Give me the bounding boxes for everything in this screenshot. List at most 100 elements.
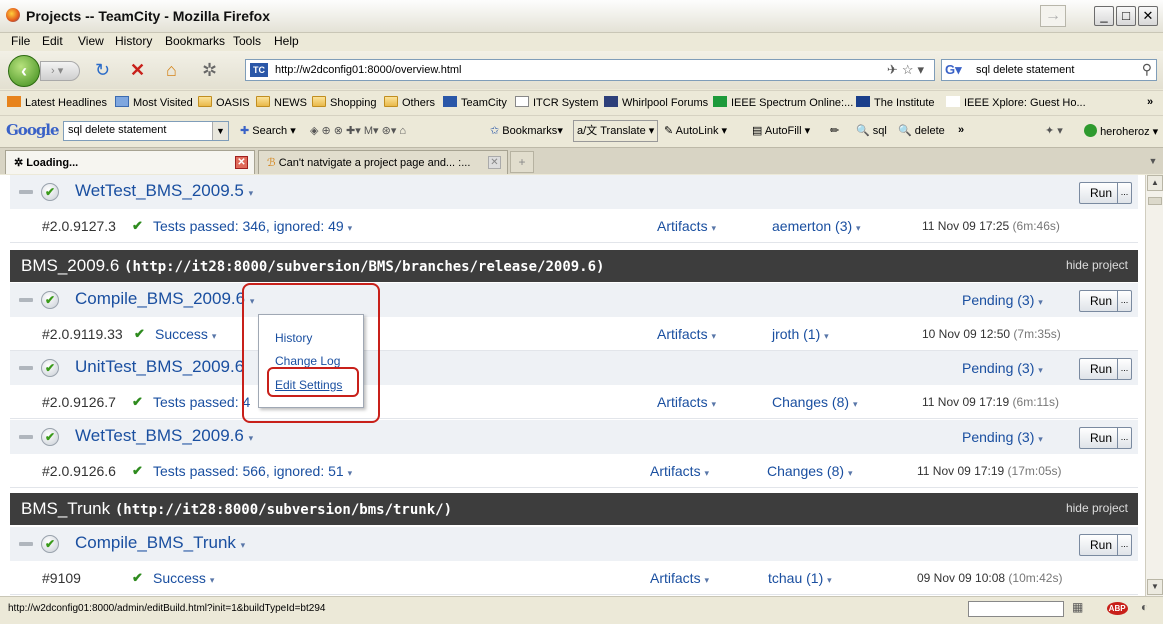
addon-icon[interactable]: ✲ (202, 61, 217, 79)
chevron-down-icon[interactable]: ▾ (348, 468, 353, 478)
stop-icon[interactable]: ✕ (130, 61, 145, 79)
run-options-button[interactable]: ... (1117, 358, 1131, 380)
adblock-icon[interactable]: ABP (1106, 602, 1128, 615)
project-name[interactable]: BMS_2009.6 (http://it28:8000/subversion/… (21, 256, 604, 276)
google-term-delete[interactable]: 🔍 delete (898, 124, 945, 137)
changes-link[interactable]: Changes (8) ▾ (772, 394, 857, 410)
chevron-down-icon[interactable]: ▾ (824, 331, 829, 341)
url-bar[interactable]: TC http://w2dconfig01:8000/overview.html… (245, 59, 935, 81)
menu-view[interactable]: View (78, 34, 104, 48)
menu-history[interactable]: History (115, 34, 152, 48)
run-button[interactable]: Run... (1079, 182, 1132, 204)
bookmark-news[interactable]: NEWS (256, 96, 307, 109)
google-search-button[interactable]: ✚ Search ▾ (240, 124, 296, 137)
changes-link[interactable]: jroth (1) ▾ (772, 326, 829, 342)
bookmark-whirlpool-forums[interactable]: Whirlpool Forums (604, 96, 708, 109)
status-icons[interactable]: ▦ ABP ◐ (1072, 600, 1158, 615)
changes-link[interactable]: tchau (1) ▾ (768, 570, 832, 586)
chevron-down-icon[interactable]: ▾ (827, 575, 832, 585)
tab-jira-issue[interactable]: ℬ Can't natvigate a project page and... … (258, 150, 508, 174)
chevron-down-icon[interactable]: ▾ (711, 223, 716, 233)
chevron-down-icon[interactable]: ▾ (249, 433, 254, 443)
google-logo[interactable]: Google (6, 121, 60, 139)
chevron-down-icon[interactable]: ▾ (1038, 297, 1043, 307)
forward-button[interactable]: › ▾ (40, 61, 80, 81)
artifacts-link[interactable]: Artifacts ▾ (650, 463, 709, 479)
toolbar-button-icons[interactable]: ◈ ⊕ ⊗ ✚▾ M▾ ⊛▾ ⌂ (310, 124, 406, 137)
chevron-down-icon[interactable]: ▾ (212, 331, 217, 341)
build-config-name[interactable]: WetTest_BMS_2009.5 ▾ (75, 181, 253, 201)
collapse-icon[interactable] (19, 190, 33, 194)
url-text[interactable]: http://w2dconfig01:8000/overview.html (275, 64, 462, 76)
close-button[interactable]: ✕ (1138, 6, 1158, 26)
build-number[interactable]: #2.0.9126.7 (42, 394, 116, 410)
bookmark-others[interactable]: Others (384, 96, 435, 109)
build-status[interactable]: Tests passed: 4 (153, 394, 250, 410)
chevron-down-icon[interactable]: ▾ (704, 468, 709, 478)
artifacts-link[interactable]: Artifacts ▾ (657, 394, 716, 410)
run-options-button[interactable]: ... (1117, 427, 1131, 449)
chevron-down-icon[interactable]: ▾ (210, 575, 215, 585)
pending-link[interactable]: Pending (3) ▾ (962, 429, 1043, 445)
bookmark-oasis[interactable]: OASIS (198, 96, 250, 109)
chevron-down-icon[interactable]: ▾ (853, 399, 858, 409)
collapse-icon[interactable] (19, 298, 33, 302)
google-search-value[interactable]: sql delete statement (68, 124, 166, 136)
pending-link[interactable]: Pending (3) ▾ (962, 292, 1043, 308)
build-number[interactable]: #2.0.9119.33 (42, 326, 123, 342)
chevron-down-icon[interactable]: ▾ (249, 188, 254, 198)
google-translate-button[interactable]: a/文 Translate ▾ (573, 120, 659, 142)
search-bar[interactable]: G▾ sql delete statement ⚲ (941, 59, 1157, 81)
scroll-up-icon[interactable]: ▲ (1147, 175, 1163, 191)
chevron-down-icon[interactable]: ▾ (348, 223, 353, 233)
run-button[interactable]: Run... (1079, 358, 1132, 380)
chevron-down-icon[interactable]: ▾ (1038, 365, 1043, 375)
changes-link[interactable]: Changes (8) ▾ (767, 463, 852, 479)
wrench-icon[interactable]: ✦ ▾ (1045, 124, 1063, 137)
search-input[interactable]: sql delete statement (976, 64, 1074, 76)
hide-project-link[interactable]: hide project (1066, 501, 1128, 515)
menu-bookmarks[interactable]: Bookmarks (165, 34, 225, 48)
google-account-button[interactable]: heroheroz ▾ (1084, 124, 1158, 138)
collapse-icon[interactable] (19, 366, 33, 370)
reload-icon[interactable]: ↻ (95, 61, 110, 79)
chevron-down-icon[interactable]: ▾ (1038, 434, 1043, 444)
google-search-input[interactable]: sql delete statement ▼ (63, 121, 229, 141)
google-search-engine-icon[interactable]: G▾ (945, 62, 962, 78)
artifacts-link[interactable]: Artifacts ▾ (650, 570, 709, 586)
hide-project-link[interactable]: hide project (1066, 258, 1128, 272)
menu-help[interactable]: Help (274, 34, 299, 48)
bookmark-latest-headlines[interactable]: Latest Headlines (7, 96, 107, 109)
changes-link[interactable]: aemerton (3) ▾ (772, 218, 861, 234)
build-number[interactable]: #9109 (42, 570, 81, 586)
build-status[interactable]: Success ▾ (153, 570, 214, 586)
build-number[interactable]: #2.0.9126.6 (42, 463, 116, 479)
chevron-right-icon[interactable]: » (1147, 96, 1153, 108)
highlight-icon[interactable]: ✏ (830, 124, 839, 137)
run-button[interactable]: Run... (1079, 534, 1132, 556)
home-icon[interactable]: ⌂ (166, 61, 177, 79)
bookmark-most-visited[interactable]: Most Visited (115, 96, 193, 109)
chevron-down-icon[interactable]: ▾ (704, 575, 709, 585)
run-options-button[interactable]: ... (1117, 534, 1131, 556)
chevron-down-icon[interactable]: ▾ (711, 399, 716, 409)
menu-tools[interactable]: Tools (233, 34, 261, 48)
chevron-down-icon[interactable]: ▾ (711, 331, 716, 341)
artifacts-link[interactable]: Artifacts ▾ (657, 326, 716, 342)
bookmark-ieee-xplore[interactable]: IEEE Xplore: Guest Ho... (946, 96, 1086, 109)
artifacts-link[interactable]: Artifacts ▾ (657, 218, 716, 234)
menu-file[interactable]: File (11, 34, 30, 48)
build-status[interactable]: Success ▾ (155, 326, 216, 342)
forward-arrow-icon[interactable]: → (1040, 5, 1066, 27)
build-status[interactable]: Tests passed: 566, ignored: 51 ▾ (153, 463, 352, 479)
build-config-name[interactable]: Compile_BMS_Trunk ▾ (75, 533, 245, 553)
search-icon[interactable]: ⚲ (1142, 61, 1152, 78)
bookmark-ieee-spectrum[interactable]: IEEE Spectrum Online:... (713, 96, 853, 109)
bookmark-the-institute[interactable]: The Institute (856, 96, 935, 109)
chevron-right-icon[interactable]: » (958, 124, 964, 136)
build-status[interactable]: Tests passed: 346, ignored: 49 ▾ (153, 218, 352, 234)
collapse-icon[interactable] (19, 435, 33, 439)
chevron-down-icon[interactable]: ▾ (241, 540, 246, 550)
bookmark-teamcity[interactable]: TeamCity (443, 96, 507, 109)
menu-edit[interactable]: Edit (42, 34, 63, 48)
